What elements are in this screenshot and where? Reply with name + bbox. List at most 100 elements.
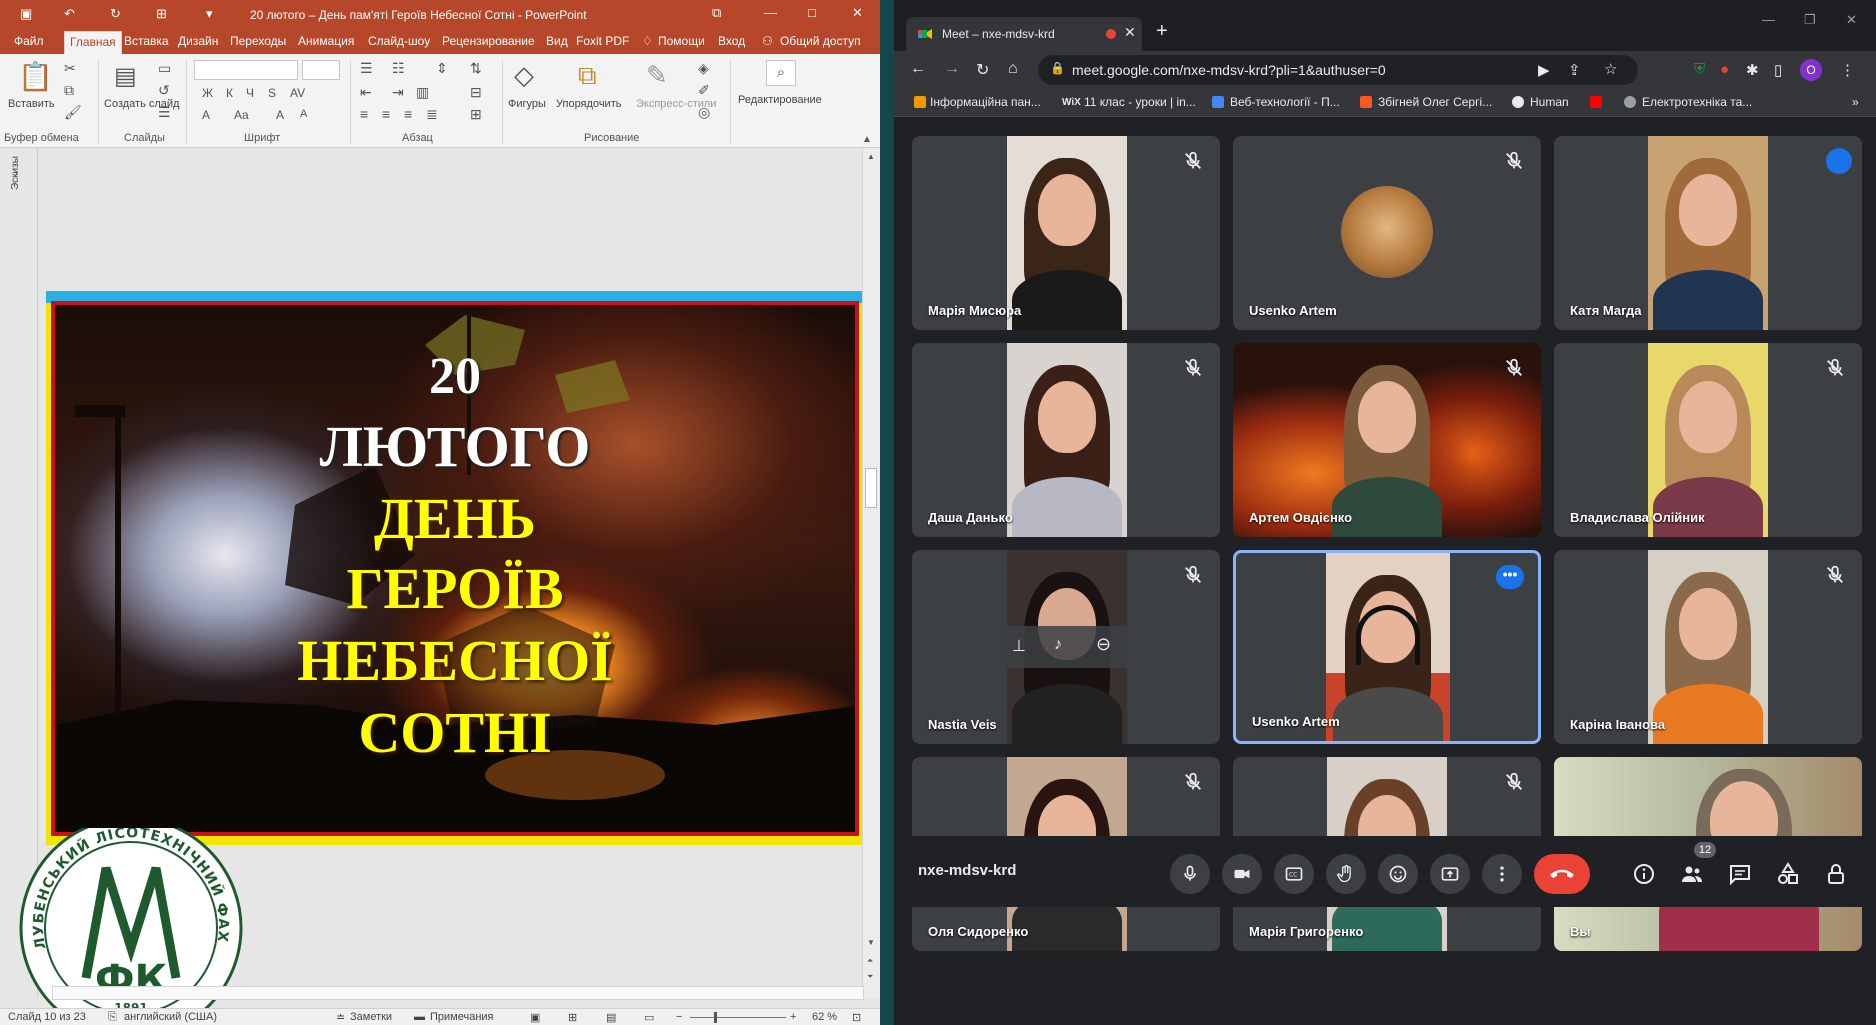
shape-outline-icon[interactable]: ✐: [698, 82, 710, 99]
host-controls-icon[interactable]: [1824, 862, 1848, 886]
prev-slide-icon[interactable]: ⏶: [867, 956, 873, 966]
people-icon[interactable]: [1680, 862, 1704, 886]
adguard-extension-icon[interactable]: ⛨: [1694, 61, 1705, 78]
slideshow-start-icon[interactable]: ⊞: [156, 6, 167, 22]
section-icon[interactable]: ☰: [158, 104, 171, 121]
scroll-down-icon[interactable]: ▼: [867, 938, 875, 947]
slide-canvas[interactable]: 20 ЛЮТОГО ДЕНЬ ГЕРОЇВ НЕБЕСНОЇ СОТНІ: [46, 291, 864, 845]
bookmark-item[interactable]: Веб-технології - П...: [1230, 95, 1340, 109]
profile-avatar[interactable]: O: [1800, 59, 1822, 81]
redo-icon[interactable]: ↻: [110, 6, 121, 22]
fit-slide-icon[interactable]: ⊡: [852, 1011, 861, 1024]
normal-view-icon[interactable]: ▣: [530, 1011, 540, 1024]
tab-file[interactable]: Файл: [14, 34, 44, 48]
find-icon[interactable]: ⌕: [766, 60, 796, 86]
comments-button[interactable]: Примечания: [430, 1011, 494, 1023]
zoom-level[interactable]: 62 %: [812, 1011, 837, 1023]
zoom-out-icon[interactable]: −: [676, 1011, 682, 1023]
participant-tile[interactable]: Даша Данько: [912, 343, 1220, 537]
decrease-indent-icon[interactable]: ⇤: [360, 84, 372, 101]
tab-slideshow[interactable]: Слайд-шоу: [368, 34, 430, 48]
undo-icon[interactable]: ↶: [64, 6, 75, 22]
captions-button[interactable]: CC: [1274, 854, 1314, 894]
lightbulb-icon[interactable]: ♢: [642, 34, 653, 48]
participant-tile[interactable]: Владислава Олійник: [1554, 343, 1862, 537]
present-screen-button[interactable]: [1430, 854, 1470, 894]
participant-tile[interactable]: Артем Овдієнко: [1233, 343, 1541, 537]
minimize-icon[interactable]: —: [764, 5, 777, 20]
tab-meet[interactable]: Meet – nxe-mdsv-krd ✕: [906, 17, 1142, 51]
chrome-menu-icon[interactable]: ⋮: [1840, 61, 1855, 79]
columns-icon[interactable]: ▥: [416, 84, 429, 101]
shape-fill-icon[interactable]: ◈: [698, 60, 709, 77]
tab-animation[interactable]: Анимация: [298, 34, 354, 48]
bookmark-item[interactable]: Human: [1530, 95, 1569, 109]
lock-icon[interactable]: 🔒: [1050, 61, 1065, 75]
spellcheck-icon[interactable]: ⎘: [108, 1011, 117, 1024]
chrome-minimize-icon[interactable]: —: [1762, 12, 1775, 27]
ribbon-display-icon[interactable]: ⧉: [712, 5, 721, 21]
arrange-button[interactable]: Упорядочить: [556, 98, 621, 111]
pin-icon[interactable]: ⊥: [1012, 636, 1026, 656]
save-icon[interactable]: ▣: [20, 6, 32, 22]
font-color-icon[interactable]: A: [202, 108, 210, 122]
comments-icon[interactable]: ▬: [414, 1011, 425, 1023]
shapes-icon[interactable]: ◇: [514, 60, 534, 91]
tab-review[interactable]: Рецензирование: [442, 34, 535, 48]
numbering-icon[interactable]: ☷: [392, 60, 405, 77]
next-slide-icon[interactable]: ⏷: [867, 972, 873, 982]
tab-home[interactable]: Главная: [64, 31, 122, 54]
slide-sorter-icon[interactable]: ⊞: [568, 1011, 577, 1024]
participant-tile[interactable]: Катя Магда: [1554, 136, 1862, 330]
reset-icon[interactable]: ↺: [158, 82, 170, 99]
tab-foxit-pdf[interactable]: Foxit PDF: [576, 34, 629, 48]
thumbnails-label[interactable]: Эскизы: [10, 156, 21, 190]
end-call-button[interactable]: [1534, 854, 1590, 894]
participant-tile-active[interactable]: ••• Usenko Artem: [1233, 550, 1541, 744]
arrange-icon[interactable]: ⧉: [578, 60, 597, 92]
tab-design[interactable]: Дизайн: [178, 34, 218, 48]
language-indicator[interactable]: английский (США): [124, 1011, 217, 1023]
address-bar[interactable]: 🔒 meet.google.com/nxe-mdsv-krd?pli=1&aut…: [1038, 55, 1638, 85]
paste-button[interactable]: Вставить: [8, 98, 55, 111]
line-spacing-icon[interactable]: ⇕: [436, 60, 448, 77]
new-tab-icon[interactable]: +: [1156, 20, 1168, 43]
opera-extension-icon[interactable]: ●: [1720, 61, 1729, 78]
zoom-in-icon[interactable]: +: [790, 1011, 796, 1023]
vertical-scrollbar[interactable]: ▲ ▼ ⏶ ⏷: [862, 148, 880, 998]
shape-effects-icon[interactable]: ◎: [698, 104, 710, 121]
forward-icon[interactable]: →: [944, 60, 960, 78]
bookmark-item[interactable]: Збігней Олег Сергі...: [1378, 95, 1492, 109]
side-panel-icon[interactable]: ▯: [1774, 61, 1782, 79]
remove-participant-icon[interactable]: ⊖: [1096, 634, 1111, 655]
shapes-button[interactable]: Фигуры: [508, 98, 546, 111]
copy-icon[interactable]: ⧉: [64, 82, 74, 99]
bookmark-item[interactable]: Інформаційна пан...: [930, 95, 1041, 109]
chrome-restore-icon[interactable]: ❐: [1804, 12, 1816, 28]
bold-icon[interactable]: Ж: [202, 86, 213, 100]
chat-icon[interactable]: [1728, 862, 1752, 886]
scroll-thumb[interactable]: [865, 468, 877, 508]
reactions-button[interactable]: [1378, 854, 1418, 894]
reading-view-icon[interactable]: ▤: [606, 1011, 616, 1024]
participant-tile[interactable]: ⊥ ♪ ⊖ Nastia Veis: [912, 550, 1220, 744]
collapse-ribbon-icon[interactable]: ▲: [862, 134, 872, 145]
meeting-info-icon[interactable]: [1632, 862, 1656, 886]
reload-icon[interactable]: ↻: [976, 60, 989, 80]
align-text-icon[interactable]: ⊟: [470, 84, 482, 101]
tab-close-icon[interactable]: ✕: [1124, 24, 1136, 41]
raise-hand-button[interactable]: [1326, 854, 1366, 894]
layout-icon[interactable]: ▭: [158, 60, 171, 77]
url-text[interactable]: meet.google.com/nxe-mdsv-krd?pli=1&authu…: [1072, 62, 1386, 78]
participant-tile[interactable]: Каріна Іванова: [1554, 550, 1862, 744]
maximize-icon[interactable]: □: [808, 5, 816, 20]
char-spacing-icon[interactable]: AV: [290, 86, 305, 100]
more-options-icon[interactable]: •••: [1496, 565, 1524, 589]
share-button[interactable]: Общий доступ: [780, 34, 861, 48]
horizontal-scrollbar[interactable]: [52, 986, 864, 1000]
justify-icon[interactable]: ≣: [426, 106, 438, 123]
close-icon[interactable]: ✕: [852, 5, 863, 21]
editing-button[interactable]: Редактирование: [738, 94, 822, 107]
align-center-icon[interactable]: ≡: [382, 106, 390, 122]
underline-icon[interactable]: Ч: [246, 86, 254, 100]
